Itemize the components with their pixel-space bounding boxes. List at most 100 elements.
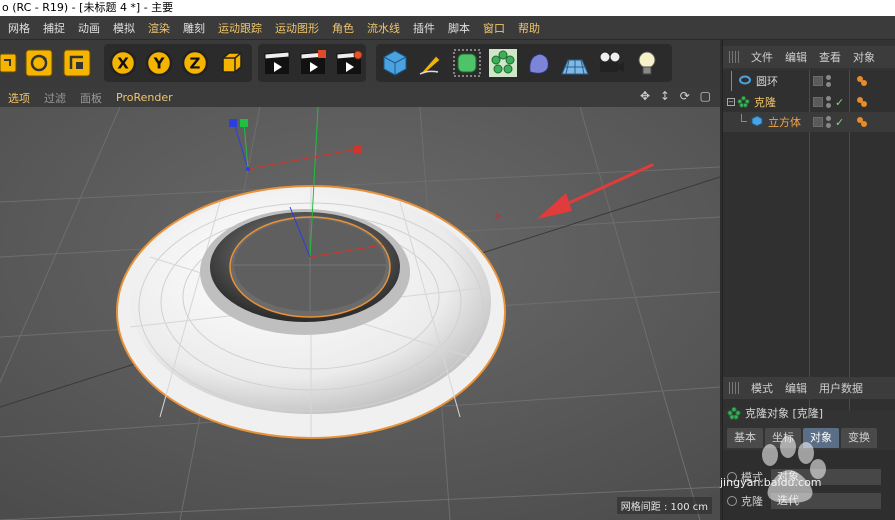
- menu-item[interactable]: 运动跟踪: [218, 20, 262, 36]
- render-picture-viewer-button[interactable]: [296, 46, 330, 80]
- deformer-icon: [529, 53, 549, 74]
- attribute-manager-menubar: 模式 编辑 用户数据: [723, 377, 895, 399]
- subdivision-icon: [453, 49, 481, 77]
- layer-box[interactable]: [813, 117, 823, 127]
- object-row[interactable]: 立方体 ✓: [723, 112, 895, 132]
- attribute-manager-menu-item[interactable]: 用户数据: [819, 380, 863, 396]
- cloner-button[interactable]: [486, 46, 520, 80]
- object-manager-menu-item[interactable]: 文件: [751, 49, 773, 65]
- viewport-menu-item[interactable]: ProRender: [116, 91, 173, 104]
- viewport-menu-item[interactable]: 面板: [80, 90, 102, 106]
- menu-item[interactable]: 运动图形: [275, 20, 319, 36]
- panel-grip-icon[interactable]: [729, 51, 741, 63]
- menu-item[interactable]: 捕捉: [43, 20, 65, 36]
- menu-item[interactable]: 插件: [413, 20, 435, 36]
- attribute-manager-menu-item[interactable]: 模式: [751, 380, 773, 396]
- clapper-icon: [264, 51, 290, 74]
- main-menubar: 网格 捕捉 动画 模拟 渲染 雕刻 运动跟踪 运动图形 角色 流水线 插件 脚本 窗口 帮助: [0, 16, 895, 40]
- attribute-tab[interactable]: 变换: [841, 428, 877, 448]
- cube-primitive-button[interactable]: [378, 46, 412, 80]
- visibility-dots-icon[interactable]: [826, 96, 832, 108]
- window-title: o (RC - R19) - [未标题 4 *] - 主要: [0, 0, 895, 16]
- visibility-toggles[interactable]: ✓: [813, 94, 847, 110]
- visibility-dots-icon[interactable]: [826, 75, 832, 87]
- layer-box[interactable]: [813, 76, 823, 86]
- scale-tool-button[interactable]: [60, 46, 94, 80]
- material-tag-icon[interactable]: [855, 74, 869, 88]
- render-settings-button[interactable]: [332, 46, 366, 80]
- menu-item[interactable]: 模拟: [113, 20, 135, 36]
- move-tool-button[interactable]: [0, 46, 24, 80]
- watermark-text: jingyan.baidu.com: [720, 476, 822, 489]
- menu-item[interactable]: 雕刻: [183, 20, 205, 36]
- object-manager-menu-item[interactable]: 查看: [819, 49, 841, 65]
- x-axis-lock-button[interactable]: X: [106, 46, 140, 80]
- attribute-value[interactable]: 迭代: [771, 493, 881, 509]
- menu-item[interactable]: 脚本: [448, 20, 470, 36]
- render-view-button[interactable]: [260, 46, 294, 80]
- menu-item[interactable]: 渲染: [148, 20, 170, 36]
- material-tag-icon[interactable]: [855, 115, 869, 129]
- attribute-manager-menu-item[interactable]: 编辑: [785, 380, 807, 396]
- enabled-check-icon[interactable]: ✓: [835, 116, 844, 129]
- object-manager-menubar: 文件 编辑 查看 对象: [723, 46, 895, 68]
- object-row[interactable]: − 克隆 ✓: [723, 92, 895, 112]
- attribute-field[interactable]: 克隆 迭代: [727, 492, 881, 510]
- material-tag-icon[interactable]: [855, 95, 869, 109]
- rotate-tool-button[interactable]: [22, 46, 56, 80]
- visibility-toggles[interactable]: ✓: [813, 114, 847, 130]
- object-manager-menu-item[interactable]: 对象: [853, 49, 875, 65]
- enabled-check-icon[interactable]: ✓: [835, 96, 844, 109]
- visibility-dots-icon[interactable]: [826, 116, 832, 128]
- torus-object[interactable]: [116, 185, 506, 439]
- floor-button[interactable]: [558, 46, 592, 80]
- camera-button[interactable]: [594, 46, 628, 80]
- main-toolbar: X Y Z: [0, 40, 720, 88]
- cube-icon: [383, 50, 407, 76]
- radio-icon[interactable]: [727, 496, 737, 506]
- tree-line: [741, 114, 747, 122]
- rotate-icon: [25, 49, 53, 77]
- grid-spacing-readout: 网格间距 : 100 cm: [616, 497, 712, 514]
- cloner-icon: [727, 406, 741, 420]
- object-name[interactable]: 圆环: [756, 73, 778, 89]
- menu-item[interactable]: 网格: [8, 20, 30, 36]
- attribute-tab[interactable]: 坐标: [765, 428, 801, 448]
- viewport-menu-item[interactable]: 过滤: [44, 90, 66, 106]
- tree-line: [731, 71, 732, 91]
- object-name[interactable]: 克隆: [754, 94, 776, 110]
- menu-item[interactable]: 流水线: [367, 20, 400, 36]
- attribute-tab[interactable]: 对象: [803, 428, 839, 448]
- deformer-button[interactable]: [522, 46, 556, 80]
- menu-item[interactable]: 动画: [78, 20, 100, 36]
- light-button[interactable]: [630, 46, 664, 80]
- z-axis-lock-button[interactable]: Z: [178, 46, 212, 80]
- object-name[interactable]: 立方体: [768, 114, 801, 130]
- perspective-viewport[interactable]: 网格间距 : 100 cm: [0, 107, 720, 520]
- visibility-toggles[interactable]: [813, 73, 847, 89]
- menu-item[interactable]: 角色: [332, 20, 354, 36]
- panel-grip-icon[interactable]: [729, 382, 741, 394]
- menu-item[interactable]: 帮助: [518, 20, 540, 36]
- layer-box[interactable]: [813, 97, 823, 107]
- attribute-tab[interactable]: 基本: [727, 428, 763, 448]
- coordinate-system-button[interactable]: [214, 46, 248, 80]
- viewport-menubar: 选项 过滤 面板 ProRender ✥ ↕ ⟳ ▢: [0, 88, 720, 107]
- clapper-gear-icon: [336, 50, 363, 74]
- attribute-title: 克隆对象 [克隆]: [723, 402, 895, 424]
- cube-icon: [751, 115, 763, 130]
- svg-text:Y: Y: [153, 55, 166, 73]
- pen-icon: [419, 55, 441, 75]
- subdivision-surface-button[interactable]: [450, 46, 484, 80]
- expand-toggle-icon[interactable]: −: [727, 98, 735, 106]
- object-manager-menu-item[interactable]: 编辑: [785, 49, 807, 65]
- pen-spline-button[interactable]: [414, 46, 448, 80]
- y-axis-lock-button[interactable]: Y: [142, 46, 176, 80]
- attribute-title-text: 克隆对象 [克隆]: [745, 407, 824, 420]
- floor-icon: [561, 59, 589, 75]
- viewport-menu-item[interactable]: 选项: [8, 90, 30, 106]
- menu-item[interactable]: 窗口: [483, 20, 505, 36]
- viewport-nav-icons[interactable]: ✥ ↕ ⟳ ▢: [640, 89, 714, 103]
- object-row[interactable]: 圆环: [723, 71, 895, 91]
- scale-icon: [63, 49, 91, 77]
